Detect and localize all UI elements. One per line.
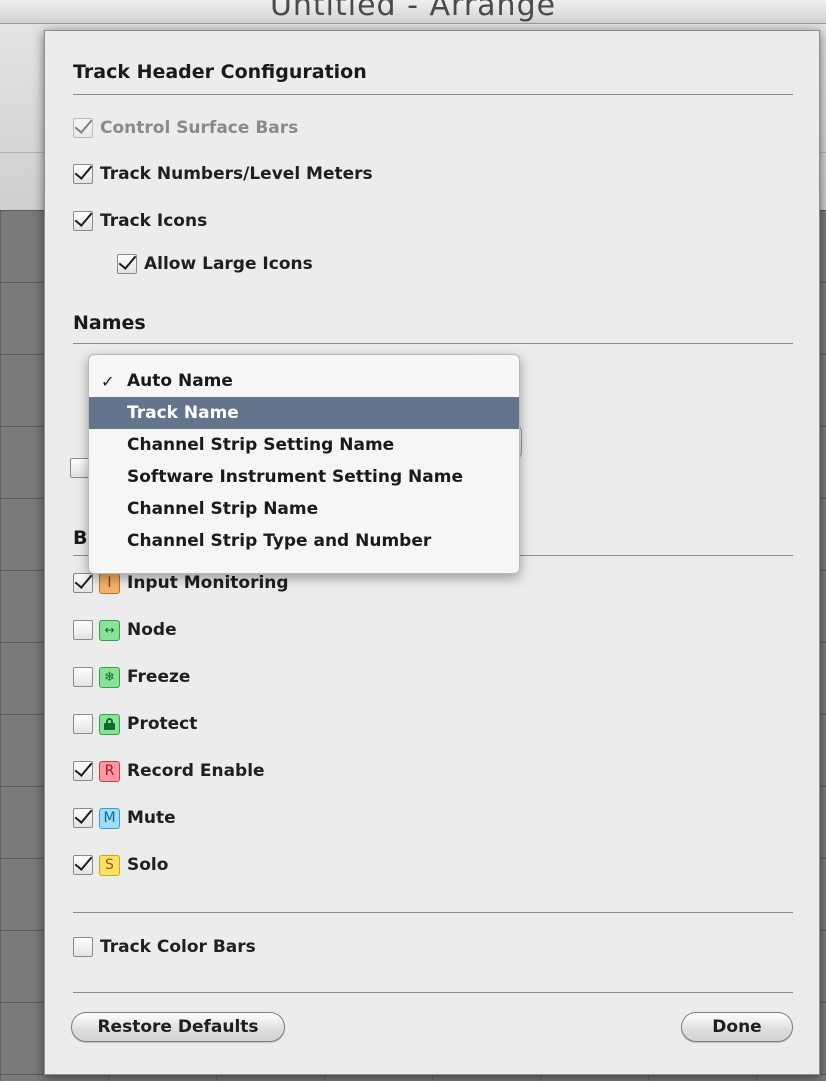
allow-large-icons-label[interactable]: Allow Large Icons bbox=[144, 254, 313, 274]
button-option-checkbox[interactable] bbox=[73, 855, 93, 875]
menu-item[interactable]: Channel Strip Type and Number bbox=[89, 525, 519, 557]
control-surface-bars-checkbox bbox=[73, 118, 93, 138]
menu-item-label: Software Instrument Setting Name bbox=[127, 467, 463, 487]
checkmark-icon: ✓ bbox=[101, 371, 115, 391]
track-numbers-label[interactable]: Track Numbers/Level Meters bbox=[100, 164, 373, 184]
menu-item-label: Channel Strip Type and Number bbox=[127, 531, 432, 551]
window-titlebar: Untitled - Arrange bbox=[0, 0, 826, 24]
window-title: Untitled - Arrange bbox=[269, 0, 557, 23]
control-surface-bars-label: Control Surface Bars bbox=[100, 118, 299, 138]
button-option-checkbox[interactable] bbox=[73, 667, 93, 687]
track-color-bars-checkbox[interactable] bbox=[73, 937, 93, 957]
button-option-row[interactable]: Protect bbox=[73, 711, 197, 737]
track-color-bars-label[interactable]: Track Color Bars bbox=[100, 937, 256, 957]
section-divider bbox=[73, 343, 793, 344]
node-icon: ↔ bbox=[99, 619, 120, 641]
track-icons-option[interactable]: Track Icons bbox=[73, 208, 207, 234]
menu-item[interactable]: Track Name bbox=[89, 397, 519, 429]
track-header-section-title: Track Header Configuration bbox=[73, 61, 367, 83]
buttons-section-title: B bbox=[73, 527, 88, 549]
track-numbers-option[interactable]: Track Numbers/Level Meters bbox=[73, 161, 373, 187]
menu-item[interactable]: Software Instrument Setting Name bbox=[89, 461, 519, 493]
section-divider bbox=[73, 912, 793, 913]
button-option-checkbox[interactable] bbox=[73, 761, 93, 781]
done-button[interactable]: Done bbox=[681, 1012, 793, 1042]
button-option-row[interactable]: ↔ Node bbox=[73, 617, 177, 643]
track-color-bars-option[interactable]: Track Color Bars bbox=[73, 934, 256, 960]
allow-large-icons-option[interactable]: Allow Large Icons bbox=[117, 251, 313, 277]
button-option-row[interactable]: ❄ Freeze bbox=[73, 664, 190, 690]
button-option-label[interactable]: Record Enable bbox=[127, 761, 265, 781]
solo-icon: S bbox=[99, 854, 120, 876]
control-surface-bars-option: Control Surface Bars bbox=[73, 115, 298, 141]
menu-item[interactable]: Channel Strip Setting Name bbox=[89, 429, 519, 461]
restore-defaults-button[interactable]: Restore Defaults bbox=[71, 1012, 285, 1042]
button-option-label[interactable]: Mute bbox=[127, 808, 176, 828]
names-section-title: Names bbox=[73, 312, 146, 334]
freeze-icon: ❄ bbox=[99, 666, 120, 688]
lock-icon bbox=[99, 713, 120, 735]
input-monitoring-icon: I bbox=[99, 572, 120, 594]
mute-icon: M bbox=[99, 807, 120, 829]
button-option-label[interactable]: Solo bbox=[127, 855, 168, 875]
menu-item-label: Channel Strip Name bbox=[127, 499, 319, 519]
hidden-option-checkbox[interactable] bbox=[70, 458, 90, 478]
button-option-checkbox[interactable] bbox=[73, 714, 93, 734]
track-numbers-checkbox[interactable] bbox=[73, 164, 93, 184]
menu-item[interactable]: Channel Strip Name bbox=[89, 493, 519, 525]
track-icons-checkbox[interactable] bbox=[73, 211, 93, 231]
button-option-label[interactable]: Protect bbox=[127, 714, 197, 734]
menu-item-label: Channel Strip Setting Name bbox=[127, 435, 395, 455]
button-option-label[interactable]: Input Monitoring bbox=[127, 573, 289, 593]
menu-item-label: Track Name bbox=[127, 403, 239, 423]
button-option-label[interactable]: Node bbox=[127, 620, 177, 640]
section-divider bbox=[73, 94, 793, 95]
button-option-checkbox[interactable] bbox=[73, 620, 93, 640]
button-option-row[interactable]: R Record Enable bbox=[73, 758, 265, 784]
record-icon: R bbox=[99, 760, 120, 782]
button-option-row[interactable]: S Solo bbox=[73, 852, 168, 878]
button-option-checkbox[interactable] bbox=[73, 573, 93, 593]
names-popup-menu: ✓ Auto Name Track Name Channel Strip Settin… bbox=[88, 354, 520, 574]
track-icons-label[interactable]: Track Icons bbox=[100, 211, 207, 231]
button-option-label[interactable]: Freeze bbox=[127, 667, 190, 687]
button-option-row[interactable]: M Mute bbox=[73, 805, 176, 831]
menu-item-label: Auto Name bbox=[127, 371, 233, 391]
allow-large-icons-checkbox[interactable] bbox=[117, 254, 137, 274]
section-divider bbox=[73, 992, 793, 993]
menu-item[interactable]: ✓ Auto Name bbox=[89, 365, 519, 397]
button-option-checkbox[interactable] bbox=[73, 808, 93, 828]
